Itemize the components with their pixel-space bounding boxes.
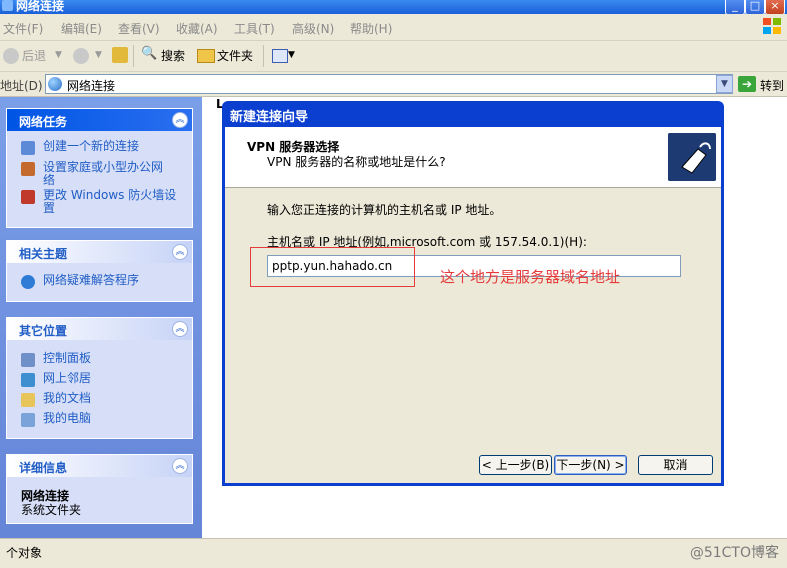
status-bar: 个对象 @51CTO博客 <box>0 538 787 568</box>
back-wizard-button[interactable]: < 上一步(B) <box>479 455 552 475</box>
windows-logo-icon <box>763 18 781 34</box>
network-tasks-panel: 网络任务 ︽ 创建一个新的连接 设置家庭或小型办公网络 更改 Windows 防… <box>6 108 193 228</box>
dialog-subheading: VPN 服务器的名称或地址是什么? <box>267 155 446 169</box>
maximize-button[interactable]: □ <box>745 0 765 14</box>
address-field[interactable]: 网络连接 <box>45 74 733 94</box>
my-computer-icon <box>21 413 35 427</box>
collapse-chevron-icon[interactable]: ︽ <box>172 321 188 337</box>
minimize-button[interactable]: _ <box>725 0 745 14</box>
collapse-chevron-icon[interactable]: ︽ <box>172 112 188 128</box>
home-network-icon <box>21 162 35 176</box>
address-value: 网络连接 <box>67 79 116 93</box>
related-topics-title: 相关主题 <box>19 247 68 261</box>
menu-tools[interactable]: 工具(T) <box>234 20 275 37</box>
dialog-body: VPN 服务器选择 VPN 服务器的名称或地址是什么? 输入您正连接的计算机的主… <box>225 127 721 483</box>
window-titlebar: 网络连接 _ □ × <box>0 0 787 14</box>
folders-button[interactable]: 文件夹 <box>217 47 253 64</box>
go-arrow-icon[interactable]: ➔ <box>738 76 756 92</box>
firewall-icon <box>21 190 35 204</box>
menu-favorites[interactable]: 收藏(A) <box>176 20 218 37</box>
details-title: 详细信息 <box>19 461 68 475</box>
menu-file[interactable]: 文件(F) <box>3 20 43 37</box>
other-places-title: 其它位置 <box>19 324 68 338</box>
status-text: 个对象 <box>6 546 43 560</box>
dialog-title: 新建连接向导 <box>230 110 309 125</box>
views-dropdown-icon[interactable]: ▼ <box>288 50 295 60</box>
search-icon: 🔍 <box>141 46 158 61</box>
back-button[interactable]: 后退 <box>22 47 46 64</box>
annotation-text: 这个地方是服务器域名地址 <box>440 268 621 286</box>
address-bar: 地址(D) 网络连接 ▼ ➔ 转到 <box>0 72 787 97</box>
back-dropdown-icon[interactable]: ▼ <box>55 50 62 60</box>
go-button[interactable]: 转到 <box>760 77 784 94</box>
collapse-chevron-icon[interactable]: ︽ <box>172 458 188 474</box>
back-arrow-icon <box>3 48 19 64</box>
close-button[interactable]: × <box>765 0 785 14</box>
network-places-icon <box>21 373 35 387</box>
network-icon <box>48 77 62 91</box>
toolbar-separator <box>263 45 264 67</box>
folder-up-icon[interactable] <box>112 47 128 63</box>
collapse-chevron-icon[interactable]: ︽ <box>172 244 188 260</box>
network-tasks-title: 网络任务 <box>19 115 68 129</box>
folders-icon <box>197 49 215 63</box>
new-connection-wizard-dialog: 新建连接向导 VPN 服务器选择 VPN 服务器的名称或地址是什么? 输入您正连… <box>222 101 724 486</box>
control-panel-icon <box>21 353 35 367</box>
annotation-highlight-box <box>250 247 415 287</box>
address-label: 地址(D) <box>0 79 43 93</box>
menu-advanced[interactable]: 高级(N) <box>292 20 334 37</box>
forward-arrow-icon[interactable] <box>73 48 89 64</box>
toolbar-separator <box>133 45 134 67</box>
network-cable-icon <box>668 133 716 181</box>
menu-view[interactable]: 查看(V) <box>118 20 160 37</box>
dialog-header: VPN 服务器选择 VPN 服务器的名称或地址是什么? <box>225 127 721 188</box>
views-icon[interactable] <box>272 49 288 63</box>
task-pane: 网络任务 ︽ 创建一个新的连接 设置家庭或小型办公网络 更改 Windows 防… <box>0 97 202 538</box>
menu-bar: 文件(F) 编辑(E) 查看(V) 收藏(A) 工具(T) 高级(N) 帮助(H… <box>0 14 787 41</box>
cancel-button[interactable]: 取消 <box>638 455 713 475</box>
menu-help[interactable]: 帮助(H) <box>350 20 392 37</box>
instruction-text: 输入您正连接的计算机的主机名或 IP 地址。 <box>267 203 502 217</box>
watermark: @51CTO博客 <box>689 545 779 561</box>
my-documents-icon <box>21 393 35 407</box>
network-folder-icon <box>2 0 13 11</box>
search-button[interactable]: 搜索 <box>161 47 185 64</box>
window-title: 网络连接 <box>16 0 65 13</box>
related-topics-panel: 相关主题 ︽ 网络疑难解答程序 <box>6 240 193 302</box>
info-icon <box>21 275 35 289</box>
address-dropdown-button[interactable]: ▼ <box>716 75 733 93</box>
toolbar: 后退 ▼ ▼ 🔍 搜索 文件夹 ▼ <box>0 41 787 72</box>
next-wizard-button[interactable]: 下一步(N) > <box>554 455 627 475</box>
forward-dropdown-icon[interactable]: ▼ <box>95 50 102 60</box>
new-connection-icon <box>21 141 35 155</box>
details-panel: 详细信息 ︽ 网络连接 系统文件夹 <box>6 454 193 524</box>
menu-edit[interactable]: 编辑(E) <box>61 20 102 37</box>
details-type: 系统文件夹 <box>21 503 82 517</box>
other-places-panel: 其它位置 ︽ 控制面板 网上邻居 我的文档 我的电脑 <box>6 317 193 439</box>
